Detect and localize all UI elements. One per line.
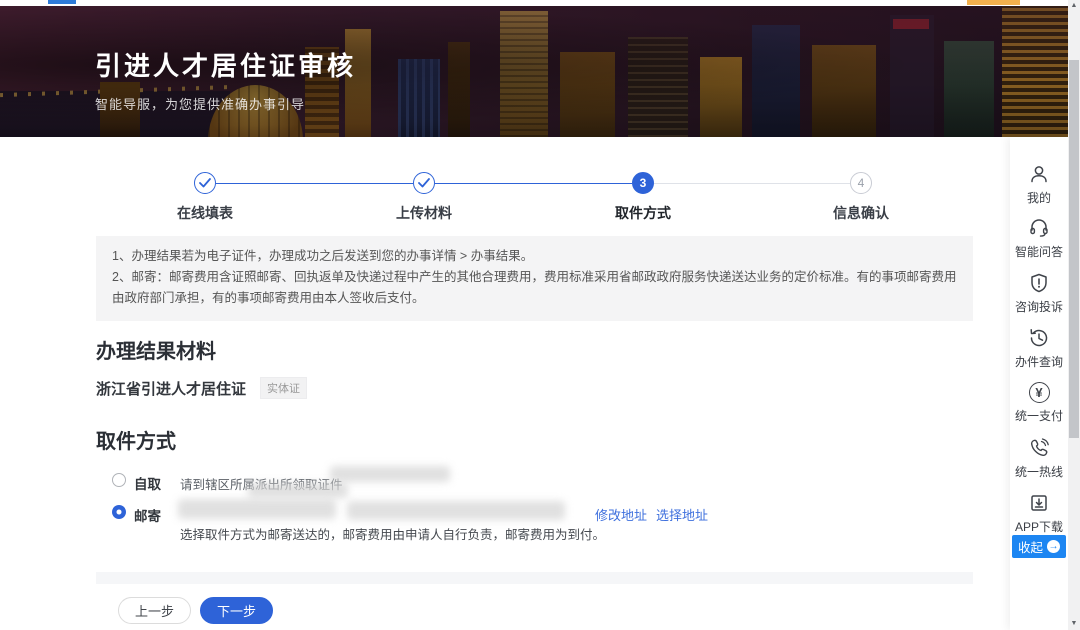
step-info-confirm[interactable]: 4 信息确认 [801, 172, 921, 223]
step-label: 上传材料 [364, 203, 484, 223]
sidebar-item-label: 统一热线 [1010, 463, 1068, 480]
prev-step-button[interactable]: 上一步 [118, 597, 191, 624]
step-upload-materials[interactable]: 上传材料 [364, 172, 484, 223]
download-icon [1028, 492, 1050, 514]
mail-label[interactable]: 邮寄 [134, 505, 161, 525]
sidebar-item-label: APP下载 [1010, 518, 1068, 535]
collapse-label: 收起 [1018, 537, 1043, 556]
step-online-form[interactable]: 在线填表 [145, 172, 265, 223]
page-subtitle: 智能导服，为您提供准确办事引导 [95, 94, 305, 113]
yuan-icon: ¥ [1029, 382, 1050, 403]
modify-address-link[interactable]: 修改地址 [595, 505, 647, 524]
sidebar-item-label: 我的 [1010, 189, 1068, 206]
headset-icon [1028, 217, 1050, 239]
sidebar-item-my[interactable]: 我的 [1010, 163, 1068, 206]
result-material-row: 浙江省引进人才居住证 实体证 [96, 377, 307, 399]
step-label: 信息确认 [801, 203, 921, 223]
result-material-name: 浙江省引进人才居住证 [96, 378, 246, 399]
result-materials-heading: 办理结果材料 [96, 335, 216, 364]
sidebar-item-app-download[interactable]: APP下载 [1010, 492, 1068, 535]
shield-alert-icon [1028, 272, 1050, 294]
history-icon [1028, 327, 1050, 349]
self-pickup-radio[interactable] [112, 473, 126, 487]
step-label: 在线填表 [145, 203, 265, 223]
notice-line-1: 1、办理结果若为电子证件，办理成功之后发送到您的办事详情 > 办事结果。 [112, 246, 957, 267]
mail-desc: 选择取件方式为邮寄送达的，邮寄费用由申请人自行负责，邮寄费用为到付。 [180, 524, 605, 543]
blue-tab-indicator [48, 0, 76, 4]
step-pickup-method[interactable]: 3 取件方式 [583, 172, 703, 223]
user-icon [1028, 163, 1050, 185]
redacted-address-blur [347, 501, 565, 520]
notice-line-2: 2、邮寄：邮寄费用含证照邮寄、回执返单及快递过程中产生的其他合理费用，费用标准采… [112, 267, 957, 309]
step-done-check-icon [194, 172, 216, 194]
page: 引进人才居住证审核 智能导服，为您提供准确办事引导 在线填表 上传材料 3 取件… [0, 0, 1080, 630]
sidebar-item-unified-pay[interactable]: ¥ 统一支付 [1010, 382, 1068, 424]
scroll-down-arrow-icon[interactable]: ▼ [1068, 618, 1080, 630]
sidebar-item-case-query[interactable]: 办件查询 [1010, 327, 1068, 370]
mail-radio[interactable] [112, 505, 126, 519]
sidebar-item-label: 办件查询 [1010, 353, 1068, 370]
step-number-badge: 4 [850, 172, 872, 194]
browser-scrollbar[interactable]: ▲ ▼ [1068, 0, 1080, 630]
redacted-address-blur [248, 483, 348, 498]
sidebar-item-label: 智能问答 [1010, 243, 1068, 260]
sidebar-item-label: 咨询投诉 [1010, 298, 1068, 315]
sidebar-item-hotline[interactable]: 统一热线 [1010, 437, 1068, 480]
self-pickup-label[interactable]: 自取 [134, 473, 161, 493]
scrollbar-thumb[interactable] [1069, 60, 1079, 438]
choose-address-link[interactable]: 选择地址 [656, 505, 708, 524]
scroll-up-arrow-icon[interactable]: ▲ [1068, 0, 1080, 12]
redacted-address-blur [330, 466, 450, 482]
hero-banner: 引进人才居住证审核 智能导服，为您提供准确办事引导 [0, 6, 1068, 137]
sidebar-item-smart-qa[interactable]: 智能问答 [1010, 217, 1068, 260]
step-label: 取件方式 [583, 203, 703, 223]
notice-box: 1、办理结果若为电子证件，办理成功之后发送到您的办事详情 > 办事结果。 2、邮… [96, 236, 973, 321]
section-separator [96, 572, 973, 584]
orange-toolbar-button[interactable] [967, 0, 1020, 5]
sidebar-item-complaint[interactable]: 咨询投诉 [1010, 272, 1068, 315]
arrow-right-circle-icon: → [1047, 540, 1060, 553]
hotline-icon [1028, 437, 1050, 459]
utility-sidebar: 我的 智能问答 咨询投诉 办件查询 ¥ 统一支付 统一热线 APP下载 收起 [1010, 137, 1068, 630]
step-number-badge: 3 [632, 172, 654, 194]
collapse-sidebar-button[interactable]: 收起 → [1012, 535, 1066, 558]
sidebar-item-label: 统一支付 [1010, 407, 1068, 424]
main-content: 在线填表 上传材料 3 取件方式 4 信息确认 1、办理结果若为电子证件，办理成… [0, 137, 1010, 630]
next-step-button[interactable]: 下一步 [200, 597, 273, 624]
redacted-address-blur [178, 499, 336, 519]
pickup-method-heading: 取件方式 [96, 425, 176, 454]
page-title: 引进人才居住证审核 [95, 46, 356, 83]
step-done-check-icon [413, 172, 435, 194]
physical-cert-tag: 实体证 [260, 377, 307, 399]
